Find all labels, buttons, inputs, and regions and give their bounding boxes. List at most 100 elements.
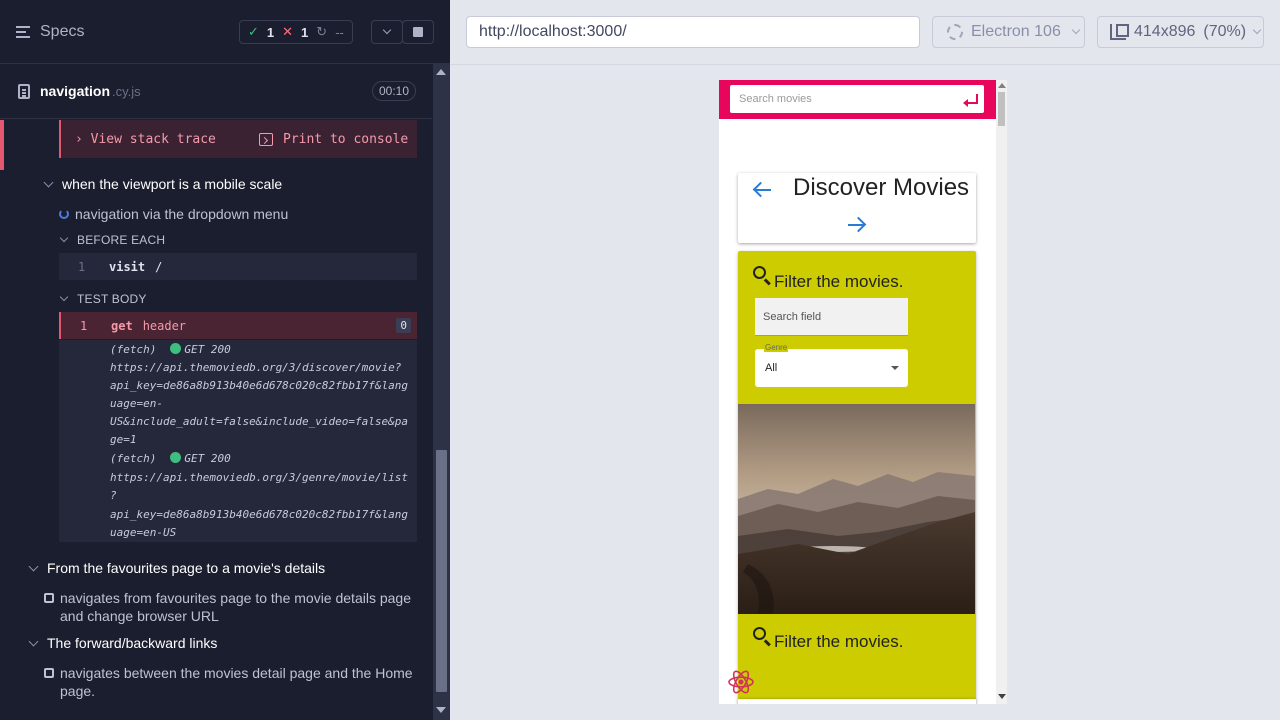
log-line[interactable]: (fetch) GET 200 bbox=[110, 341, 231, 359]
command-number: 1 bbox=[80, 318, 88, 333]
viewport-info[interactable]: 414x896 (70%) bbox=[1097, 16, 1264, 48]
ruler-icon bbox=[1110, 24, 1129, 40]
menu-icon bbox=[16, 25, 32, 39]
command-get-failed[interactable]: 1 get header 0 bbox=[59, 312, 417, 339]
chevron-down-icon bbox=[28, 636, 39, 646]
before-each-header[interactable]: BEFORE EACH bbox=[59, 233, 166, 247]
command-visit[interactable]: 1 visit / bbox=[59, 253, 417, 280]
command-message: / bbox=[155, 259, 163, 274]
test-body-header[interactable]: TEST BODY bbox=[59, 292, 147, 306]
document-icon bbox=[18, 83, 30, 99]
log-line: uage=en- bbox=[110, 397, 163, 410]
specs-label: Specs bbox=[40, 22, 85, 40]
chevron-down-icon bbox=[382, 25, 392, 35]
dropdown-arrow-icon bbox=[891, 366, 899, 370]
suite-title: From the favourites page to a movie's de… bbox=[47, 560, 326, 576]
fetch-label: (fetch) bbox=[110, 343, 157, 356]
app-scrollbar-thumb[interactable] bbox=[998, 92, 1005, 126]
scroll-up-icon[interactable] bbox=[436, 69, 446, 75]
before-each-label: BEFORE EACH bbox=[77, 233, 166, 247]
search-icon bbox=[753, 627, 766, 640]
pending-test-icon bbox=[44, 668, 54, 678]
suite-forward-backward[interactable]: The forward/backward links bbox=[28, 635, 218, 651]
stop-icon bbox=[413, 27, 423, 37]
test-pending[interactable]: navigates from favourites page to the mo… bbox=[44, 589, 414, 625]
page-header-card: Discover Movies bbox=[738, 173, 976, 243]
spec-file-header[interactable]: navigation .cy.js 00:10 bbox=[0, 64, 432, 119]
print-to-console-label: Print to console bbox=[283, 131, 409, 147]
command-count-badge: 0 bbox=[396, 318, 411, 333]
passed-count: 1 bbox=[266, 24, 275, 40]
test-pending[interactable]: navigates between the movies detail page… bbox=[44, 664, 414, 700]
request-status: GET 200 bbox=[184, 452, 231, 465]
test-running[interactable]: navigation via the dropdown menu bbox=[59, 205, 288, 223]
zoom-level: (70%) bbox=[1203, 23, 1247, 40]
suite-favourites[interactable]: From the favourites page to a movie's de… bbox=[28, 560, 326, 576]
filter-search-field[interactable]: Search field bbox=[755, 298, 908, 336]
command-name: visit bbox=[109, 259, 146, 274]
request-status: GET 200 bbox=[184, 343, 231, 356]
failure-indicator bbox=[0, 120, 4, 170]
app-iframe: Search movies Discover Movies Filter the… bbox=[719, 80, 1007, 704]
app-header: Search movies bbox=[719, 80, 996, 119]
view-stack-trace-button[interactable]: › View stack trace bbox=[75, 132, 216, 147]
react-devtools-icon[interactable] bbox=[727, 668, 755, 696]
reporter-panel: Specs ✓ 1 ✕ 1 ↻ -- navigation .cy.js 00:… bbox=[0, 0, 450, 720]
scroll-up-icon[interactable] bbox=[998, 83, 1006, 88]
view-stack-trace-label: View stack trace bbox=[90, 131, 216, 147]
chevron-down-icon bbox=[1071, 25, 1081, 35]
movie-poster-image[interactable] bbox=[738, 404, 975, 614]
chevron-down-icon bbox=[1252, 25, 1262, 35]
divider bbox=[450, 64, 1280, 65]
forward-arrow-icon[interactable] bbox=[848, 224, 864, 226]
spec-file-name: navigation bbox=[40, 83, 111, 99]
back-arrow-icon[interactable] bbox=[755, 189, 771, 191]
status-dot-icon bbox=[170, 343, 182, 354]
browser-selector[interactable]: Electron 106 bbox=[932, 16, 1085, 48]
suite-title: The forward/backward links bbox=[47, 635, 218, 651]
test-title: navigation via the dropdown menu bbox=[75, 206, 289, 222]
cross-icon: ✕ bbox=[282, 24, 294, 39]
log-line: ge=1 bbox=[110, 433, 137, 446]
suite-mobile-viewport[interactable]: when the viewport is a mobile scale bbox=[43, 176, 283, 192]
electron-icon bbox=[947, 24, 963, 40]
log-line: uage=en-US bbox=[110, 526, 177, 539]
movie-search-input[interactable]: Search movies bbox=[730, 85, 984, 113]
enter-icon[interactable] bbox=[963, 94, 978, 107]
search-placeholder: Search movies bbox=[739, 93, 812, 105]
movie-card[interactable] bbox=[738, 699, 976, 704]
status-dot-icon bbox=[170, 452, 182, 463]
print-to-console-button[interactable]: Print to console bbox=[259, 132, 408, 147]
log-line: api_key=de86a8b913b40e6d678c020c82fbb17f… bbox=[110, 379, 409, 392]
genre-label: Genre bbox=[764, 343, 789, 352]
pending-count: -- bbox=[335, 24, 344, 40]
check-icon: ✓ bbox=[248, 24, 259, 39]
url-bar[interactable]: http://localhost:3000/ bbox=[466, 16, 920, 48]
log-line: ? bbox=[110, 489, 117, 502]
pending-icon: ↻ bbox=[316, 24, 328, 39]
stop-button[interactable] bbox=[402, 20, 434, 44]
error-actions: › View stack trace Print to console bbox=[59, 120, 417, 158]
log-line[interactable]: (fetch) GET 200 bbox=[110, 450, 231, 468]
pending-test-icon bbox=[44, 593, 54, 603]
app-scrollbar[interactable] bbox=[996, 80, 1007, 704]
collapse-button[interactable] bbox=[371, 20, 403, 44]
chevron-down-icon bbox=[28, 561, 39, 571]
log-line: https://api.themoviedb.org/3/discover/mo… bbox=[110, 361, 402, 374]
search-field-placeholder: Search field bbox=[763, 310, 822, 323]
page-title: Discover Movies bbox=[793, 174, 970, 201]
log-line: api_key=de86a8b913b40e6d678c020c82fbb17f… bbox=[110, 508, 409, 521]
scroll-down-icon[interactable] bbox=[998, 694, 1006, 699]
filter-title: Filter the movies. bbox=[774, 632, 904, 651]
scroll-down-icon[interactable] bbox=[436, 707, 446, 713]
fetch-label: (fetch) bbox=[110, 452, 157, 465]
reporter-scrollbar-thumb[interactable] bbox=[436, 450, 447, 692]
log-line: US&include_adult=false&include_video=fal… bbox=[110, 415, 409, 428]
test-stats: ✓ 1 ✕ 1 ↻ -- bbox=[239, 20, 353, 44]
running-spinner-icon bbox=[59, 209, 69, 219]
specs-toggle[interactable]: Specs bbox=[16, 23, 84, 41]
suite-title: when the viewport is a mobile scale bbox=[62, 176, 283, 192]
test-body-label: TEST BODY bbox=[77, 292, 147, 306]
genre-value: All bbox=[765, 362, 778, 374]
genre-select[interactable]: Genre All bbox=[755, 343, 908, 387]
